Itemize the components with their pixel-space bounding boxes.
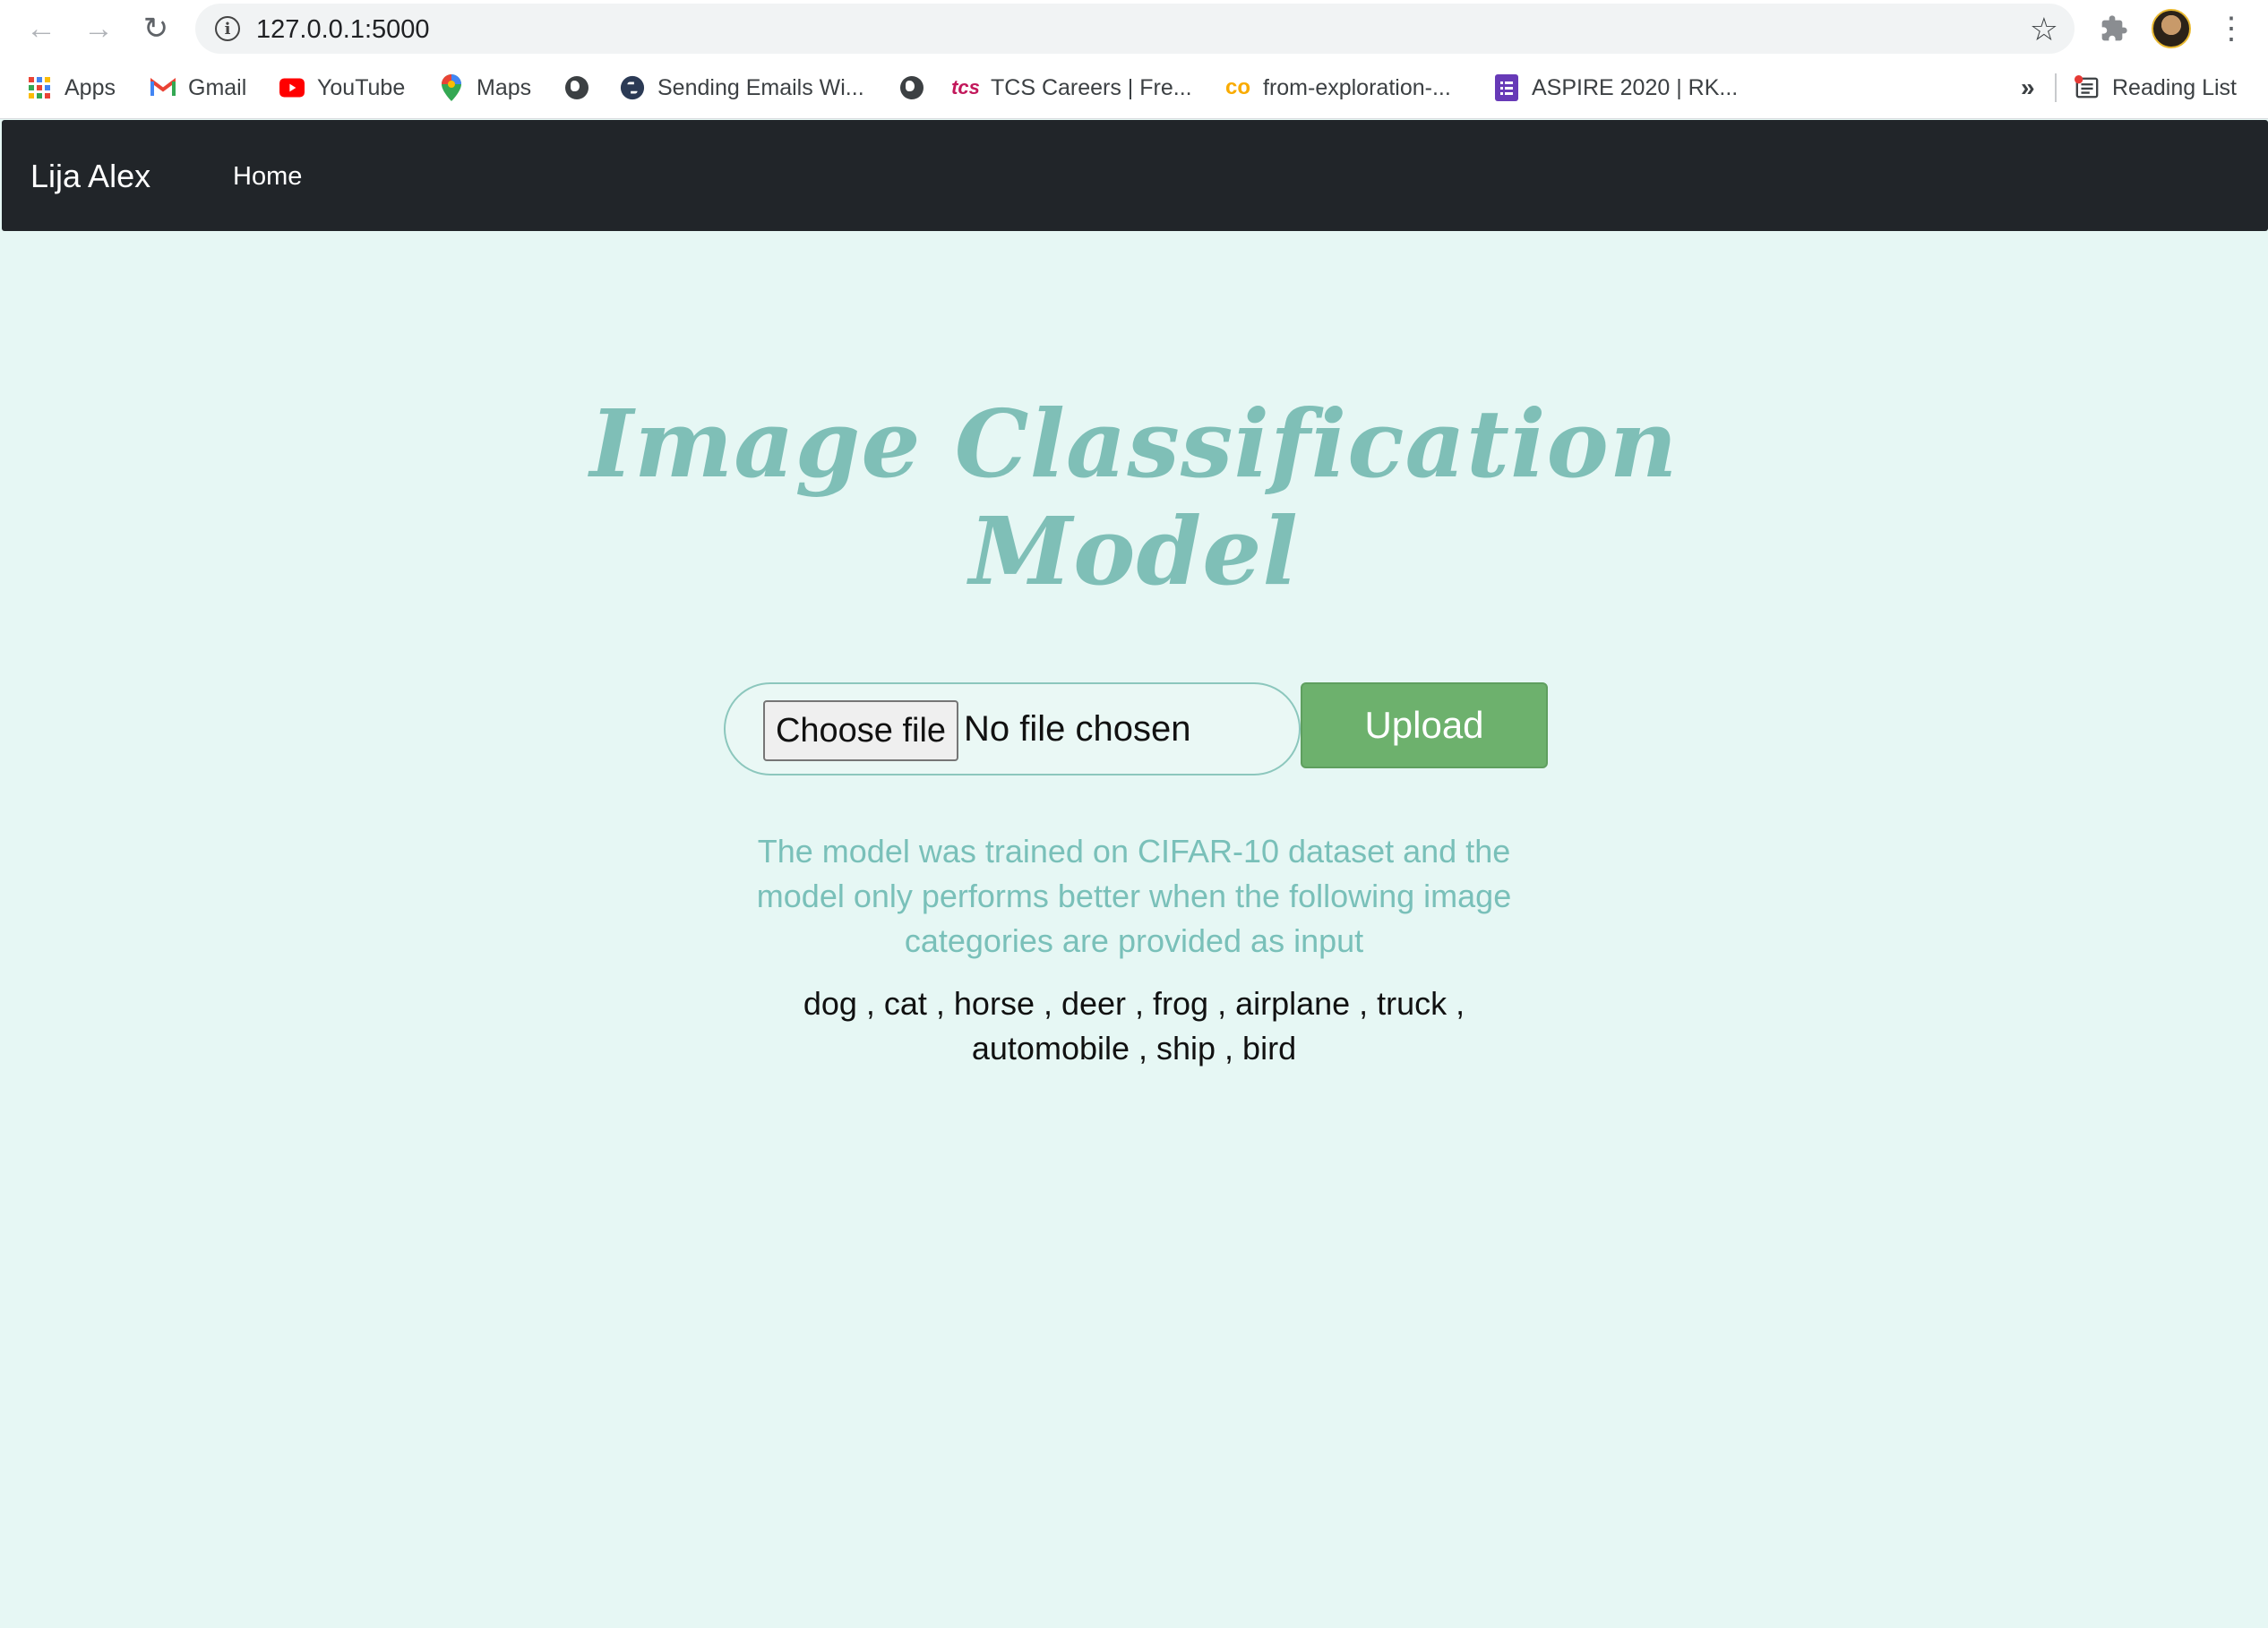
globe-icon: [564, 75, 589, 100]
bookmarks-overflow-button[interactable]: »: [2021, 73, 2035, 102]
navbar-brand[interactable]: Lija Alex: [30, 158, 150, 195]
python-icon: [620, 75, 645, 100]
bookmark-maps[interactable]: Maps: [439, 70, 531, 106]
info-icon[interactable]: i: [215, 16, 240, 41]
category-list: dog , cat , horse , deer , frog , airpla…: [776, 981, 1492, 1071]
forms-icon: [1494, 74, 1519, 101]
globe-icon: [899, 75, 924, 100]
page-title-line-1: Image Classification: [589, 389, 1679, 499]
file-input[interactable]: Choose file No file chosen: [724, 682, 1301, 775]
category-list-line-1: dog , cat , horse , deer , frog , airpla…: [803, 985, 1465, 1022]
bookmarks-bar: Apps Gmail YouTube Maps Sending Emails W…: [0, 63, 2268, 113]
maps-pin-icon: [439, 74, 464, 101]
bookmark-tcs-careers[interactable]: tcs TCS Careers | Fre...: [951, 70, 1192, 106]
bookmark-globe-2[interactable]: [899, 70, 924, 106]
browser-chrome: ← → ↻ i 127.0.0.1:5000 ☆ ⋮ Apps Gmail Yo…: [0, 0, 2268, 119]
profile-avatar[interactable]: [2152, 9, 2191, 48]
file-status-text: No file chosen: [964, 709, 1191, 749]
arrow-right-icon: →: [83, 11, 114, 46]
bookmark-globe-1[interactable]: [564, 70, 589, 106]
bookmarks-divider: [2055, 73, 2057, 102]
site-navbar: Lija Alex Home: [2, 120, 2268, 231]
youtube-icon: [279, 75, 305, 100]
reload-icon: ↻: [142, 12, 169, 46]
reading-list-icon: [2075, 75, 2100, 100]
bookmark-sending-emails[interactable]: Sending Emails Wi...: [620, 70, 864, 106]
bookmark-from-exploration[interactable]: co from-exploration-...: [1225, 70, 1451, 106]
url-text[interactable]: 127.0.0.1:5000: [256, 15, 430, 45]
main-content: Image Classification Model Choose file N…: [0, 231, 2268, 1628]
bookmark-star-icon[interactable]: ☆: [2030, 11, 2058, 48]
category-list-line-2: automobile , ship , bird: [971, 1030, 1297, 1067]
bookmark-youtube[interactable]: YouTube: [279, 70, 405, 106]
bookmark-apps[interactable]: Apps: [27, 70, 116, 106]
back-button[interactable]: ←: [21, 9, 61, 48]
bookmark-label: from-exploration-...: [1263, 74, 1451, 100]
arrow-left-icon: ←: [26, 11, 56, 46]
address-bar[interactable]: i 127.0.0.1:5000 ☆: [195, 4, 2075, 54]
bookmark-label: Gmail: [188, 74, 247, 100]
choose-file-button[interactable]: Choose file: [763, 700, 958, 761]
bookmark-gmail[interactable]: Gmail: [150, 70, 246, 106]
tcs-icon: tcs: [951, 76, 980, 99]
browser-toolbar: ← → ↻ i 127.0.0.1:5000 ☆ ⋮: [0, 0, 2268, 59]
bookmark-label: TCS Careers | Fre...: [991, 74, 1192, 100]
gmail-icon: [150, 75, 176, 100]
reload-button[interactable]: ↻: [136, 9, 176, 48]
reading-list-label: Reading List: [2112, 74, 2237, 100]
kebab-menu-icon[interactable]: ⋮: [2216, 9, 2247, 48]
apps-grid-icon: [27, 75, 52, 100]
bookmark-label: Maps: [477, 74, 532, 100]
reading-list-button[interactable]: Reading List: [2075, 70, 2237, 106]
model-description: The model was trained on CIFAR-10 datase…: [756, 833, 1512, 959]
page-title: Image Classification Model: [507, 390, 1761, 605]
bookmark-label: YouTube: [317, 74, 406, 100]
upload-button[interactable]: Upload: [1301, 682, 1548, 768]
page-title-line-2: Model: [969, 496, 1299, 606]
bookmark-aspire[interactable]: ASPIRE 2020 | RK...: [1494, 70, 1738, 106]
forward-button[interactable]: →: [79, 9, 118, 48]
bookmark-label: ASPIRE 2020 | RK...: [1532, 74, 1739, 100]
extensions-icon[interactable]: [2096, 11, 2132, 47]
colab-icon: co: [1225, 75, 1251, 99]
bookmark-label: Apps: [64, 74, 116, 100]
bookmark-label: Sending Emails Wi...: [657, 74, 864, 100]
nav-home-link[interactable]: Home: [233, 162, 302, 192]
